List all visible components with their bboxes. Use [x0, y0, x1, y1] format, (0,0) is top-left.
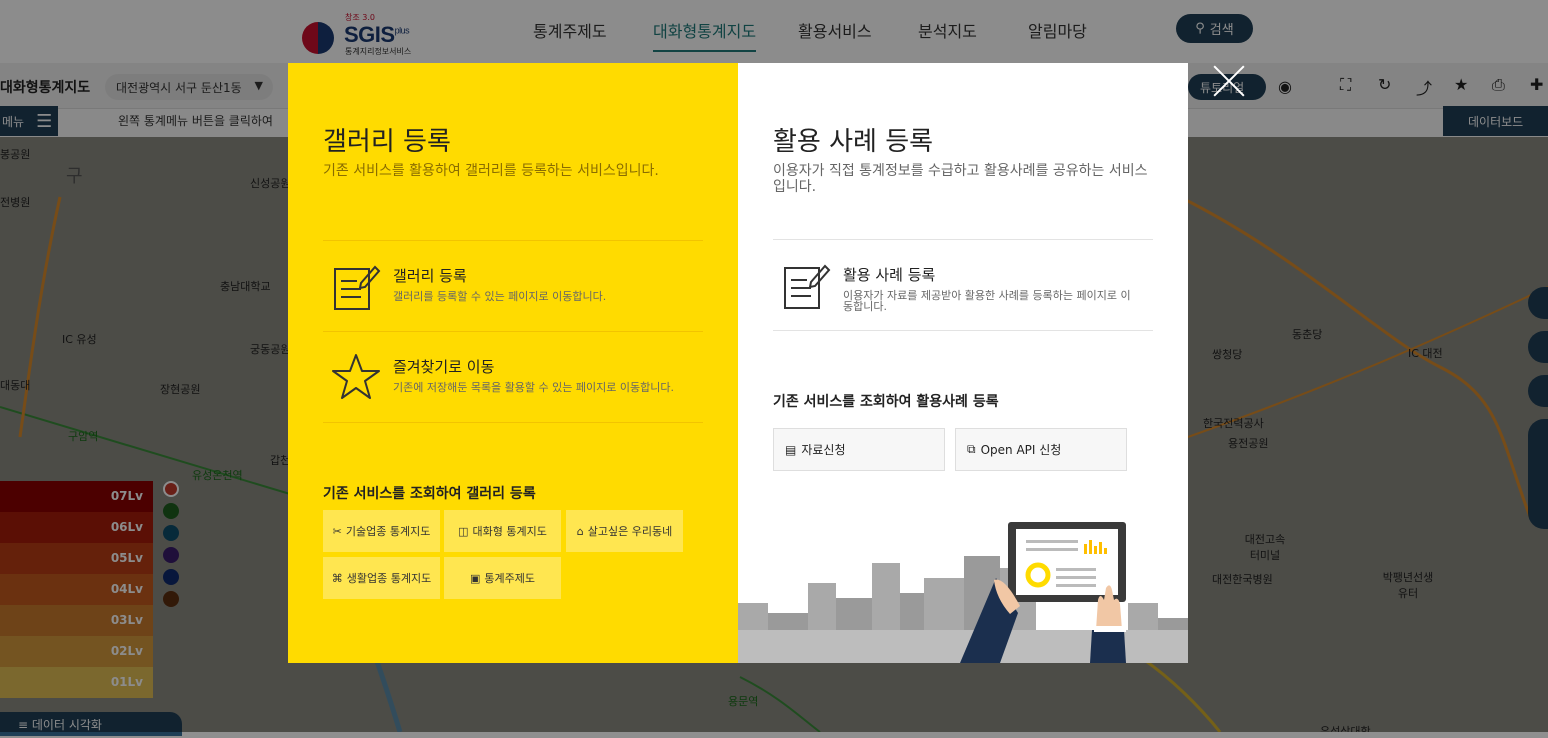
gallery-register-action[interactable]: 갤러리 등록 갤러리를 등록할 수 있는 페이지로 이동합니다. [323, 241, 703, 331]
edit-document-icon [334, 265, 381, 310]
gallery-title: 갤러리 등록 [323, 127, 451, 157]
case-description: 이용자가 직접 통계정보를 수급하고 활용사례를 공유하는 서비스입니다. [773, 163, 1148, 195]
action-description: 갤러리를 등록할 수 있는 페이지로 이동합니다. [393, 290, 607, 303]
tile-living-business-map[interactable]: ⌘ 생활업종 통계지도 [323, 557, 440, 599]
action-title: 즐겨찾기로 이동 [393, 358, 495, 376]
registration-modal: 갤러리 등록 기존 서비스를 활용하여 갤러리를 등록하는 서비스입니다. 갤러… [288, 63, 1188, 663]
tile-neighborhood[interactable]: ⌂ 살고싶은 우리동네 [566, 510, 683, 552]
data-request-button[interactable]: ▤ 자료신청 [773, 428, 945, 471]
case-panel: 활용 사례 등록 이용자가 직접 통계정보를 수급하고 활용사례를 공유하는 서… [738, 63, 1188, 663]
action-title: 활용 사례 등록 [843, 266, 936, 284]
home-icon: ⌂ [576, 524, 584, 538]
chat-icon: ◫ [458, 524, 469, 538]
monitor-icon: ▣ [469, 571, 481, 585]
store-icon: ⌘ [331, 571, 343, 585]
tile-theme-map[interactable]: ▣ 통계주제도 [444, 557, 561, 599]
api-icon: ⧉ [967, 442, 976, 456]
gallery-panel: 갤러리 등록 기존 서비스를 활용하여 갤러리를 등록하는 서비스입니다. 갤러… [288, 63, 738, 663]
case-subtitle: 기존 서비스를 조회하여 활용사례 등록 [773, 394, 999, 410]
document-icon: ▤ [785, 442, 797, 457]
case-title: 활용 사례 등록 [773, 127, 934, 157]
star-icon [332, 354, 380, 399]
action-title: 갤러리 등록 [393, 267, 467, 285]
gallery-description: 기존 서비스를 활용하여 갤러리를 등록하는 서비스입니다. [323, 163, 659, 179]
action-description: 기존에 저장해둔 목록을 활용할 수 있는 페이지로 이동합니다. [393, 381, 674, 394]
divider [773, 330, 1153, 331]
divider [323, 422, 703, 423]
action-description: 이용자가 자료를 제공받아 활용한 사례를 등록하는 페이지로 이동합니다. [843, 289, 1131, 313]
tile-interactive-map[interactable]: ◫ 대화형 통계지도 [444, 510, 561, 552]
city-tablet-illustration [738, 522, 1188, 663]
close-icon[interactable] [1211, 63, 1247, 99]
tools-icon: ✂ [332, 524, 342, 538]
case-register-action[interactable]: 활용 사례 등록 이용자가 자료를 제공받아 활용한 사례를 등록하는 페이지로… [773, 240, 1153, 330]
gallery-subtitle: 기존 서비스를 조회하여 갤러리 등록 [323, 486, 536, 502]
tile-tech-business-map[interactable]: ✂ 기술업종 통계지도 [323, 510, 440, 552]
open-api-request-button[interactable]: ⧉ Open API 신청 [955, 428, 1127, 471]
edit-document-icon [784, 264, 831, 309]
favorites-action[interactable]: 즐겨찾기로 이동 기존에 저장해둔 목록을 활용할 수 있는 페이지로 이동합니… [323, 332, 703, 422]
